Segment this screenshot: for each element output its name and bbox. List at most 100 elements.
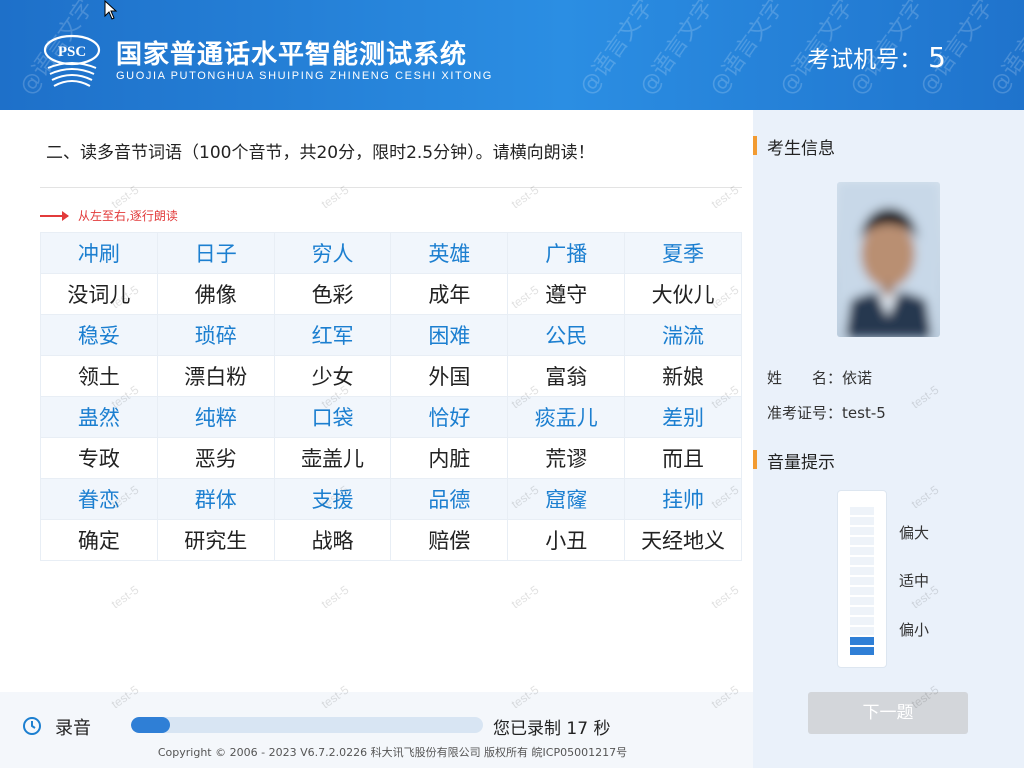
word-row: 冲刷 日子 穷人 英雄 广播 夏季 (40, 232, 742, 274)
next-question-button[interactable]: 下一题 (808, 692, 968, 734)
word-cell: 纯粹 (156, 396, 275, 438)
word-cell: 穷人 (273, 232, 392, 274)
word-cell: 专政 (40, 437, 158, 479)
word-cell: 夏季 (624, 232, 742, 274)
word-cell: 而且 (624, 437, 742, 479)
candidate-id-label: 准考证号： (767, 404, 843, 422)
word-cell: 壶盖儿 (273, 437, 392, 479)
volume-bar-segment (850, 527, 874, 535)
recording-label: 录音 (55, 718, 91, 739)
word-cell: 小丑 (507, 519, 626, 561)
candidate-id: 准考证号：test-5 (767, 402, 886, 423)
volume-bar-segment (850, 577, 874, 585)
volume-bar-segment (850, 537, 874, 545)
word-cell: 眷恋 (40, 478, 158, 520)
reading-hint-text: 从左至右,逐行朗读 (78, 209, 178, 223)
candidate-name-value: 依诺 (842, 369, 873, 387)
question-instruction: 二、读多音节词语（100个音节，共20分，限时2.5分钟）。请横向朗读！ (46, 143, 595, 163)
word-cell: 色彩 (273, 273, 392, 315)
word-row: 领土 漂白粉 少女 外国 富翁 新娘 (40, 355, 742, 397)
volume-bar-segment (850, 637, 874, 645)
volume-bar-segment (850, 627, 874, 635)
volume-bar-segment (850, 587, 874, 595)
word-cell: 确定 (40, 519, 158, 561)
word-cell: 天经地义 (624, 519, 742, 561)
word-cell: 恶劣 (156, 437, 275, 479)
volume-low-label: 偏小 (899, 621, 930, 639)
question-panel: 二、读多音节词语（100个音节，共20分，限时2.5分钟）。请横向朗读！ 从左至… (0, 110, 753, 692)
copyright: Copyright © 2006 - 2023 V6.7.2.0226 科大讯飞… (157, 746, 628, 759)
word-cell: 漂白粉 (156, 355, 275, 397)
word-cell: 成年 (390, 273, 509, 315)
word-cell: 稳妥 (40, 314, 158, 356)
volume-bar-segment (850, 597, 874, 605)
volume-bar-segment (850, 647, 874, 655)
word-cell: 少女 (273, 355, 392, 397)
word-cell: 挂帅 (624, 478, 742, 520)
volume-bars (850, 503, 874, 655)
word-cell: 佛像 (156, 273, 275, 315)
clock-icon (23, 717, 41, 735)
recording-time: 您已录制 17 秒 (493, 719, 611, 739)
candidate-name: 姓 名：依诺 (767, 367, 872, 388)
word-cell: 痰盂儿 (507, 396, 626, 438)
volume-bar-segment (850, 517, 874, 525)
recording-progress (131, 717, 483, 733)
word-cell: 研究生 (156, 519, 275, 561)
volume-bar-segment (850, 607, 874, 615)
volume-mid-label: 适中 (899, 572, 930, 590)
volume-bar-segment (850, 547, 874, 555)
word-cell: 品德 (390, 478, 509, 520)
word-cell: 红军 (273, 314, 392, 356)
word-cell: 大伙儿 (624, 273, 742, 315)
volume-bar-segment (850, 557, 874, 565)
word-cell: 公民 (507, 314, 626, 356)
word-row: 眷恋 群体 支援 品德 窟窿 挂帅 (40, 478, 742, 520)
recording-progress-fill (131, 717, 170, 733)
word-cell: 恰好 (390, 396, 509, 438)
word-cell: 群体 (156, 478, 275, 520)
candidate-id-value: test-5 (842, 404, 886, 422)
word-row: 没词儿 佛像 色彩 成年 遵守 大伙儿 (40, 273, 742, 315)
word-cell: 外国 (390, 355, 509, 397)
volume-meter (837, 490, 887, 668)
volume-bar-segment (850, 617, 874, 625)
word-cell: 富翁 (507, 355, 626, 397)
app-title: 国家普通话水平智能测试系统 (116, 40, 468, 70)
word-cell: 蛊然 (40, 396, 158, 438)
reading-hint: 从左至右,逐行朗读 (40, 207, 178, 224)
volume-high-label: 偏大 (899, 524, 930, 542)
word-cell: 赔偿 (390, 519, 509, 561)
word-cell: 没词儿 (40, 273, 158, 315)
volume-bar-segment (850, 507, 874, 515)
word-cell: 内脏 (390, 437, 509, 479)
word-row: 专政 恶劣 壶盖儿 内脏 荒谬 而且 (40, 437, 742, 479)
word-row: 蛊然 纯粹 口袋 恰好 痰盂儿 差别 (40, 396, 742, 438)
candidate-photo (837, 182, 940, 337)
app-subtitle: GUOJIA PUTONGHUA SHUIPING ZHINENG CESHI … (116, 70, 493, 82)
word-cell: 日子 (156, 232, 275, 274)
avatar (837, 182, 940, 337)
volume-title: 音量提示 (753, 448, 835, 473)
word-grid: 冲刷 日子 穷人 英雄 广播 夏季 没词儿 佛像 色彩 成年 遵守 大伙儿 稳妥 琐碎 红军 困难 公民 湍流 领土… (40, 232, 742, 561)
candidate-info-title: 考生信息 (753, 134, 835, 159)
word-cell: 困难 (390, 314, 509, 356)
word-cell: 琐碎 (156, 314, 275, 356)
word-cell: 战略 (273, 519, 392, 561)
word-cell: 广播 (507, 232, 626, 274)
word-cell: 窟窿 (507, 478, 626, 520)
word-row: 稳妥 琐碎 红军 困难 公民 湍流 (40, 314, 742, 356)
word-cell: 口袋 (273, 396, 392, 438)
word-cell: 领土 (40, 355, 158, 397)
word-cell: 湍流 (624, 314, 742, 356)
word-cell: 冲刷 (40, 232, 158, 274)
word-cell: 英雄 (390, 232, 509, 274)
word-row: 确定 研究生 战略 赔偿 小丑 天经地义 (40, 519, 742, 561)
candidate-name-label: 姓 名： (767, 369, 843, 387)
mouse-cursor-icon (104, 0, 118, 20)
sidebar: 考生信息 姓 名：依诺 准考证号：test-5 音量提示 偏大 适中 偏小 下一… (753, 110, 1024, 768)
word-cell: 支援 (273, 478, 392, 520)
word-cell: 荒谬 (507, 437, 626, 479)
word-cell: 差别 (624, 396, 742, 438)
word-cell: 新娘 (624, 355, 742, 397)
